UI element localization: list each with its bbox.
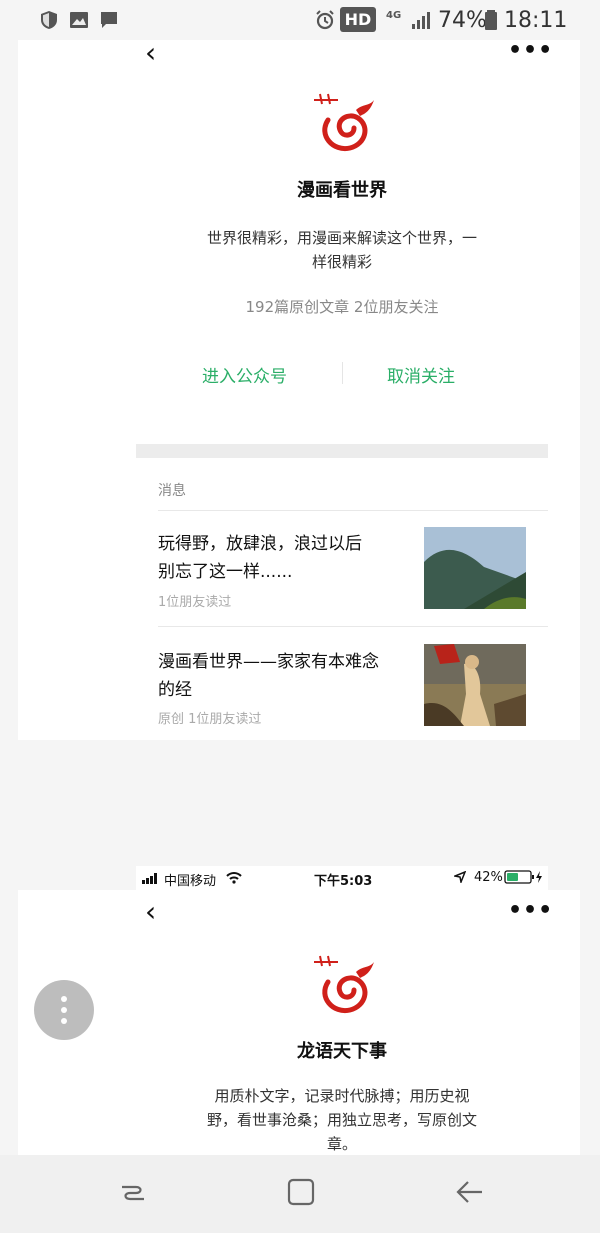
battery-icon [504, 870, 542, 884]
message-title-line: 漫画看世界——家家有本难念 [158, 652, 379, 672]
message-thumbnail[interactable] [424, 527, 526, 609]
battery-icon [485, 10, 497, 30]
top-screenshot-panel [18, 40, 580, 740]
image-icon [70, 12, 88, 28]
ios-battery-percent: 42% [474, 870, 503, 885]
message-title[interactable]: 漫画看世界——家家有本难念 的经 [158, 648, 408, 704]
unfollow-button[interactable]: 取消关注 [387, 362, 455, 387]
account-description-line: 样很精彩 [311, 253, 372, 271]
back-nav-icon[interactable] [454, 1177, 484, 1207]
account-description-line: 章。 [326, 1135, 357, 1153]
message-meta: 原创 1位朋友读过 [158, 712, 262, 727]
navigation-bar [0, 1155, 600, 1233]
account-description-line: 野，看世事沧桑；用独立思考，写原创文 [206, 1111, 477, 1129]
action-divider [342, 362, 343, 384]
message-title-line: 别忘了这一样...... [158, 562, 293, 582]
recent-apps-icon[interactable] [118, 1177, 148, 1207]
network-type: 4G [386, 10, 402, 21]
location-icon [454, 871, 466, 883]
back-icon[interactable]: ‹ [145, 895, 156, 928]
message-title[interactable]: 玩得野，放肆浪，浪过以后 别忘了这一样...... [158, 530, 408, 586]
floating-menu-button[interactable] [34, 980, 94, 1040]
ios-clock: 下午5:03 [314, 874, 373, 889]
clock: 18:11 [504, 8, 568, 33]
dragon-logo-icon [314, 955, 374, 1014]
wifi-icon [226, 872, 242, 884]
divider [158, 626, 548, 627]
messages-header: 消息 [158, 483, 186, 499]
enter-account-button[interactable]: 进入公众号 [202, 362, 287, 387]
account-stats: 192篇原创文章 2位朋友关注 [245, 298, 439, 316]
signal-icon [412, 12, 430, 29]
account-description-line: 用质朴文字，记录时代脉搏；用历史视 [214, 1087, 470, 1105]
dragon-logo-icon [314, 93, 374, 152]
more-icon[interactable]: ••• [508, 898, 553, 923]
account-description: 世界很精彩，用漫画来解读这个世界，一 样很精彩 [186, 226, 498, 274]
account-name: 漫画看世界 [297, 180, 387, 201]
status-bar: HD 4G 74% 18:11 [0, 0, 600, 40]
message-title-line: 玩得野，放肆浪，浪过以后 [158, 534, 362, 554]
divider [158, 510, 548, 511]
section-separator [136, 444, 548, 458]
message-thumbnail[interactable] [424, 644, 526, 726]
vertical-dots-icon [61, 996, 67, 1024]
carrier-name: 中国移动 [164, 874, 217, 889]
message-title-line: 的经 [158, 680, 192, 700]
back-icon[interactable]: ‹ [145, 36, 156, 69]
message-icon [101, 12, 117, 28]
shield-icon [41, 11, 57, 29]
more-icon[interactable]: ••• [508, 38, 553, 63]
message-meta: 1位朋友读过 [158, 595, 232, 610]
signal-icon [142, 873, 157, 884]
home-icon[interactable] [286, 1177, 316, 1207]
alarm-icon [316, 10, 334, 30]
account-description-line: 世界很精彩，用漫画来解读这个世界，一 [206, 229, 477, 247]
account-description: 用质朴文字，记录时代脉搏；用历史视 野，看世事沧桑；用独立思考，写原创文 章。 [176, 1084, 508, 1156]
hd-badge: HD [340, 7, 376, 32]
account-name: 龙语天下事 [297, 1041, 387, 1062]
